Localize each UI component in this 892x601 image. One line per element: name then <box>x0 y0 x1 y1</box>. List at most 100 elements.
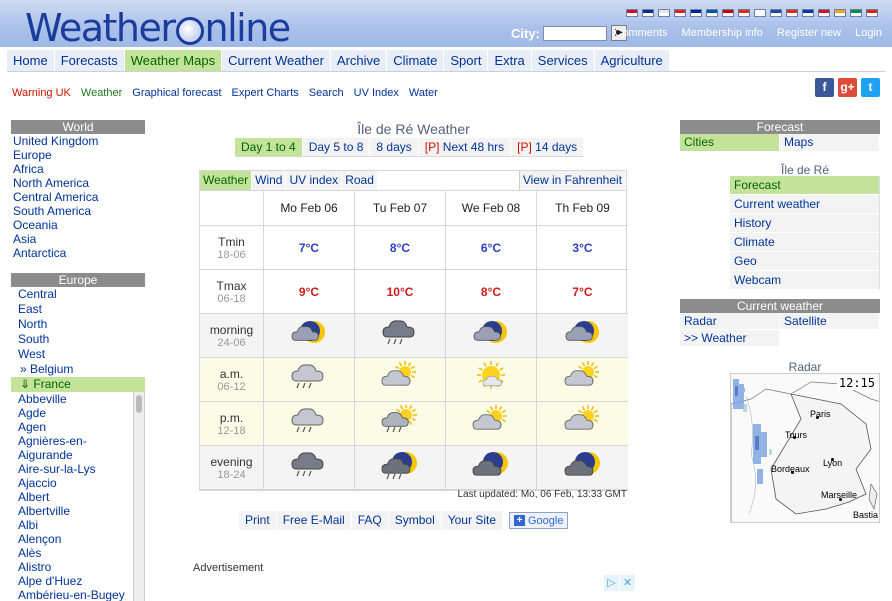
subnav-weather[interactable]: Weather <box>81 87 122 99</box>
site-logo[interactable]: Weather nline <box>25 8 291 48</box>
city-link[interactable]: Ambérieu-en-Bugey <box>11 588 144 601</box>
language-flag-icon[interactable] <box>866 9 878 17</box>
faq-link[interactable]: FAQ <box>351 511 389 530</box>
city-link[interactable]: Aigurande <box>11 448 144 462</box>
city-link[interactable]: Agde <box>11 406 144 420</box>
ad-choices-icon[interactable]: ▷ <box>604 575 619 591</box>
login-link[interactable]: Login <box>855 27 882 39</box>
city-link[interactable]: Albi <box>11 518 144 532</box>
ad-close-icon[interactable]: ✕ <box>620 575 635 591</box>
nav-climate[interactable]: Climate <box>387 50 445 71</box>
language-flag-icon[interactable] <box>738 9 750 17</box>
city-link[interactable]: Abbeville <box>11 392 144 406</box>
city-link[interactable]: Alistro <box>11 560 144 574</box>
twitter-icon[interactable]: t <box>861 78 880 97</box>
forecast-tab-weather[interactable]: Weather <box>200 171 253 190</box>
add-to-google-button[interactable]: + Google <box>509 512 569 529</box>
nav-extra[interactable]: Extra <box>488 50 532 71</box>
print-link[interactable]: Print <box>239 511 277 530</box>
weather-link[interactable]: >> Weather <box>680 330 780 347</box>
scrollbar-thumb[interactable] <box>136 395 142 413</box>
subnav-warning-uk[interactable]: Warning UK <box>12 87 71 99</box>
range-tab-day-1-to-4[interactable]: Day 1 to 4 <box>235 138 303 157</box>
google-plus-icon[interactable]: g+ <box>838 78 857 97</box>
city-link[interactable]: Ajaccio <box>11 476 144 490</box>
register-new-link[interactable]: Register new <box>777 27 841 39</box>
world-link-africa[interactable]: Africa <box>11 162 145 176</box>
membership-info-link[interactable]: Membership info <box>682 27 763 39</box>
city-link[interactable]: Agnières-en- <box>11 434 144 448</box>
nav-sport[interactable]: Sport <box>444 50 489 71</box>
world-link-oceania[interactable]: Oceania <box>11 218 145 232</box>
radar-link[interactable]: Radar <box>680 313 780 330</box>
region-central[interactable]: Central <box>11 287 145 302</box>
ad-choices[interactable]: ▷ ✕ <box>604 575 636 591</box>
nav-current-weather[interactable]: Current Weather <box>222 50 331 71</box>
language-flag-icon[interactable] <box>834 9 846 17</box>
place-menu-webcam[interactable]: Webcam <box>730 271 880 290</box>
nav-services[interactable]: Services <box>532 50 595 71</box>
range-tab-14-days[interactable]: [P] 14 days <box>511 138 585 157</box>
place-menu-geo[interactable]: Geo <box>730 252 880 271</box>
city-list[interactable]: Abbeville Agde Agen Agnières-en- Aigurande Ai… <box>11 392 145 601</box>
language-flag-icon[interactable] <box>722 9 734 17</box>
world-link-antarctica[interactable]: Antarctica <box>11 246 145 260</box>
language-flag-icon[interactable] <box>626 9 638 17</box>
language-flag-icon[interactable] <box>770 9 782 17</box>
free-email-link[interactable]: Free E-Mail <box>276 511 352 530</box>
facebook-icon[interactable]: f <box>815 78 834 97</box>
language-flag-icon[interactable] <box>818 9 830 17</box>
forecast-tab-wind[interactable]: Wind <box>252 171 287 190</box>
city-link[interactable]: Albert <box>11 490 144 504</box>
world-link-asia[interactable]: Asia <box>11 232 145 246</box>
world-link-south-america[interactable]: South America <box>11 204 145 218</box>
language-flag-icon[interactable] <box>658 9 670 17</box>
region-north[interactable]: North <box>11 317 145 332</box>
language-flag-icon[interactable] <box>802 9 814 17</box>
city-link[interactable]: Aire-sur-la-Lys <box>11 462 144 476</box>
nav-forecasts[interactable]: Forecasts <box>55 50 125 71</box>
forecast-tab-road[interactable]: Road <box>342 171 378 190</box>
city-link[interactable]: Agen <box>11 420 144 434</box>
world-link-north-america[interactable]: North America <box>11 176 145 190</box>
your-site-link[interactable]: Your Site <box>441 511 503 530</box>
nav-archive[interactable]: Archive <box>331 50 388 71</box>
place-menu-current-weather[interactable]: Current weather <box>730 195 880 214</box>
cities-tab[interactable]: Cities <box>680 134 780 151</box>
region-west[interactable]: West <box>11 347 145 362</box>
region-south[interactable]: South <box>11 332 145 347</box>
city-link[interactable]: Alpe d'Huez <box>11 574 144 588</box>
satellite-link[interactable]: Satellite <box>780 313 880 330</box>
range-tab-8-days[interactable]: 8 days <box>370 138 419 157</box>
language-flag-icon[interactable] <box>786 9 798 17</box>
place-menu-history[interactable]: History <box>730 214 880 233</box>
city-search-input[interactable] <box>543 26 607 41</box>
city-link[interactable]: Alès <box>11 546 144 560</box>
language-flag-icon[interactable] <box>690 9 702 17</box>
language-flag-icon[interactable] <box>754 9 766 17</box>
city-list-scrollbar[interactable] <box>133 392 144 601</box>
world-link-united-kingdom[interactable]: United Kingdom <box>11 134 145 148</box>
region-france[interactable]: ⇓ France <box>11 377 145 392</box>
place-menu-forecast[interactable]: Forecast <box>730 176 880 195</box>
world-link-central-america[interactable]: Central America <box>11 190 145 204</box>
language-flag-icon[interactable] <box>674 9 686 17</box>
language-flag-icon[interactable] <box>706 9 718 17</box>
radar-map[interactable]: 12:15 Paris Tours Bordeaux Lyon Marseill… <box>730 373 880 523</box>
maps-tab[interactable]: Maps <box>780 134 880 151</box>
symbol-link[interactable]: Symbol <box>388 511 442 530</box>
subnav-search[interactable]: Search <box>309 87 344 99</box>
view-fahrenheit-link[interactable]: View in Fahrenheit <box>518 171 626 190</box>
subnav-uv-index[interactable]: UV Index <box>354 87 399 99</box>
forecast-tab-uv-index[interactable]: UV index <box>286 171 343 190</box>
nav-weather-maps[interactable]: Weather Maps <box>124 50 223 71</box>
comments-link[interactable]: Comments <box>614 27 667 39</box>
range-tab-day-5-to-8[interactable]: Day 5 to 8 <box>302 138 371 157</box>
world-link-europe[interactable]: Europe <box>11 148 145 162</box>
language-flag-icon[interactable] <box>642 9 654 17</box>
region-east[interactable]: East <box>11 302 145 317</box>
city-link[interactable]: Albertville <box>11 504 144 518</box>
nav-home[interactable]: Home <box>7 50 55 71</box>
nav-agriculture[interactable]: Agriculture <box>595 50 670 71</box>
language-flag-icon[interactable] <box>850 9 862 17</box>
